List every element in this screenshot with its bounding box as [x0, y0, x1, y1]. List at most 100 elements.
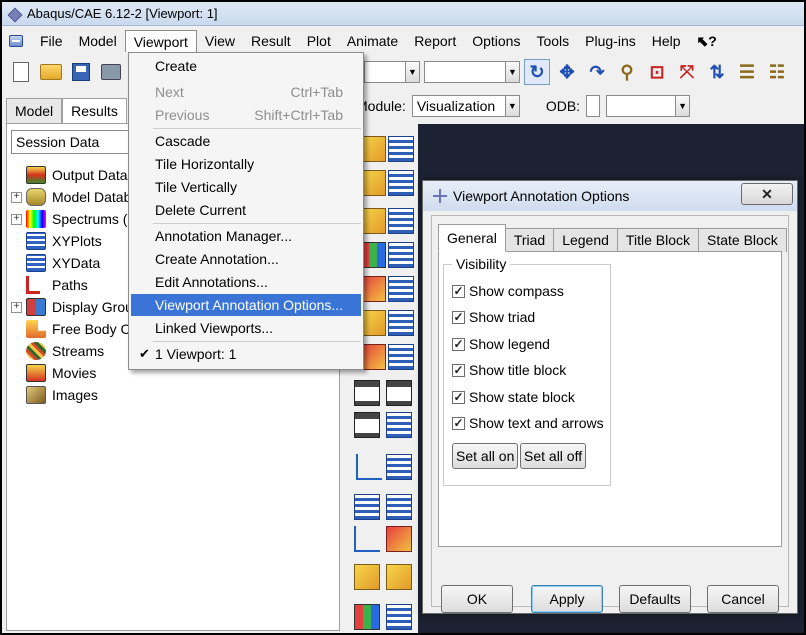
tree-item-images[interactable]: Images	[11, 384, 331, 406]
menu-model[interactable]: Model	[71, 30, 125, 52]
menu-item-edit-annotations[interactable]: Edit Annotations...	[131, 271, 361, 293]
show-compass-checkbox[interactable]: ✓	[452, 284, 465, 298]
menu-animate[interactable]: Animate	[339, 30, 406, 52]
create-path-icon[interactable]	[354, 526, 380, 552]
menu-item-annotation-manager[interactable]: Annotation Manager...	[131, 225, 361, 247]
menu-item-viewport-1[interactable]: ✔ 1 Viewport: 1	[131, 343, 361, 365]
menu-plot[interactable]: Plot	[299, 30, 339, 52]
animation-options-icon[interactable]	[386, 412, 412, 438]
menu-file[interactable]: File	[32, 30, 71, 52]
show-state-block-checkbox[interactable]: ✓	[452, 390, 465, 404]
tab-general[interactable]: General	[438, 224, 506, 252]
tab-state-block[interactable]: State Block	[697, 228, 787, 252]
xy-options-icon[interactable]	[386, 494, 412, 520]
menu-result[interactable]: Result	[243, 30, 299, 52]
tab-results[interactable]: Results	[62, 98, 127, 124]
show-legend-checkbox[interactable]: ✓	[452, 337, 465, 351]
menu-tools[interactable]: Tools	[528, 30, 577, 52]
show-state-block-row[interactable]: ✓ Show state block	[452, 387, 575, 407]
ladder-icon-1[interactable]: ☰	[734, 59, 760, 85]
menu-viewport[interactable]: Viewport	[124, 30, 197, 52]
model-tree-tabs: Model Results	[6, 98, 127, 124]
cancel-button[interactable]: Cancel	[707, 585, 779, 613]
xy-data-manager-icon[interactable]	[386, 454, 412, 480]
menu-item-tile-horizontally[interactable]: Tile Horizontally	[131, 153, 361, 175]
show-triad-row[interactable]: ✓ Show triad	[452, 307, 535, 327]
menu-options[interactable]: Options	[464, 30, 528, 52]
ok-button[interactable]: OK	[441, 585, 513, 613]
create-xy-data-icon[interactable]	[356, 454, 382, 480]
close-button[interactable]: ✕	[741, 183, 793, 205]
auto-fit-icon[interactable]: ⤧	[674, 59, 700, 85]
stream-options-icon[interactable]	[386, 526, 412, 552]
rotate-icon[interactable]: ↷	[584, 59, 610, 85]
tab-model[interactable]: Model	[6, 98, 63, 124]
menu-separator	[153, 128, 361, 129]
orientation-options-icon[interactable]	[388, 242, 414, 268]
show-title-block-row[interactable]: ✓ Show title block	[452, 360, 566, 380]
view-cut-manager-icon[interactable]	[386, 564, 412, 590]
ladder-icon-2[interactable]: ☷	[764, 59, 790, 85]
module-select[interactable]: Visualization ▼	[411, 95, 520, 117]
menu-item-delete-current[interactable]: Delete Current	[131, 199, 361, 221]
show-title-block-checkbox[interactable]: ✓	[452, 363, 465, 377]
color-code-icon[interactable]	[354, 604, 380, 630]
show-compass-row[interactable]: ✓ Show compass	[452, 281, 564, 301]
system-menu-icon[interactable]	[6, 32, 26, 50]
menu-item-create[interactable]: Create	[131, 55, 361, 77]
animate-harmonic-icon[interactable]	[354, 412, 380, 438]
animate-scale-factor-icon[interactable]	[354, 380, 380, 406]
apply-button[interactable]: Apply	[531, 585, 603, 613]
toolbar-combo-2[interactable]: ▼	[424, 61, 520, 83]
window-title: Abaqus/CAE 6.12-2 [Viewport: 1]	[27, 6, 218, 21]
tab-legend[interactable]: Legend	[553, 228, 618, 252]
menu-item-tile-vertically[interactable]: Tile Vertically	[131, 176, 361, 198]
set-all-on-button[interactable]: Set all on	[452, 443, 519, 469]
title-bar: Abaqus/CAE 6.12-2 [Viewport: 1]	[2, 2, 804, 26]
box-zoom-icon[interactable]: ⊡	[644, 59, 670, 85]
view-cut-icon[interactable]	[354, 564, 380, 590]
query-options-icon[interactable]	[388, 344, 414, 370]
general-tab-panel: Visibility ✓ Show compass ✓ Show triad ✓…	[438, 251, 782, 547]
new-file-icon[interactable]	[8, 59, 34, 85]
zoom-icon[interactable]: ⚲	[614, 59, 640, 85]
menu-view[interactable]: View	[197, 30, 243, 52]
menu-help[interactable]: Help	[644, 30, 689, 52]
menu-report[interactable]: Report	[406, 30, 464, 52]
plot-contours-icon[interactable]	[388, 136, 414, 162]
odb-spinner[interactable]	[586, 95, 601, 117]
xy-plot-icon[interactable]	[354, 494, 380, 520]
whats-this-help-icon[interactable]: ⬉?	[689, 30, 725, 52]
set-all-off-button[interactable]: Set all off	[520, 443, 587, 469]
symbol-options-icon[interactable]	[388, 208, 414, 234]
pan-icon[interactable]: ✥	[554, 59, 580, 85]
odb-select[interactable]: ▼	[606, 95, 691, 117]
open-folder-icon[interactable]	[38, 59, 64, 85]
overlay-plot-icon[interactable]	[388, 310, 414, 336]
cycle-views-icon[interactable]: ⇅	[704, 59, 730, 85]
contour-options-icon[interactable]	[388, 170, 414, 196]
menu-item-cascade[interactable]: Cascade	[131, 130, 361, 152]
visibility-group-title: Visibility	[452, 256, 511, 272]
menu-item-viewport-annotation-options[interactable]: Viewport Annotation Options...	[131, 294, 361, 316]
show-text-and-arrows-row[interactable]: ✓ Show text and arrows	[452, 413, 604, 433]
animate-time-history-icon[interactable]	[386, 380, 412, 406]
menu-plugins[interactable]: Plug-ins	[577, 30, 644, 52]
viewport-menu-dropdown: Create Next Ctrl+Tab Previous Shift+Ctrl+T…	[128, 52, 364, 370]
display-group-manager-icon[interactable]	[386, 604, 412, 630]
superimpose-options-icon[interactable]	[388, 276, 414, 302]
show-legend-row[interactable]: ✓ Show legend	[452, 334, 550, 354]
tab-triad[interactable]: Triad	[504, 228, 555, 252]
refresh-icon[interactable]: ↻	[524, 59, 550, 85]
save-icon[interactable]	[68, 59, 94, 85]
menu-item-create-annotation[interactable]: Create Annotation...	[131, 248, 361, 270]
menu-item-linked-viewports[interactable]: Linked Viewports...	[131, 317, 361, 339]
print-icon[interactable]	[98, 59, 124, 85]
tab-title-block[interactable]: Title Block	[616, 228, 699, 252]
expand-icon: +	[11, 213, 22, 225]
show-text-and-arrows-checkbox[interactable]: ✓	[452, 416, 465, 430]
toolbar-combo-1[interactable]: ▼	[364, 61, 420, 83]
show-triad-checkbox[interactable]: ✓	[452, 310, 465, 324]
menu-item-previous: Previous Shift+Ctrl+Tab	[155, 107, 343, 123]
defaults-button[interactable]: Defaults	[619, 585, 691, 613]
